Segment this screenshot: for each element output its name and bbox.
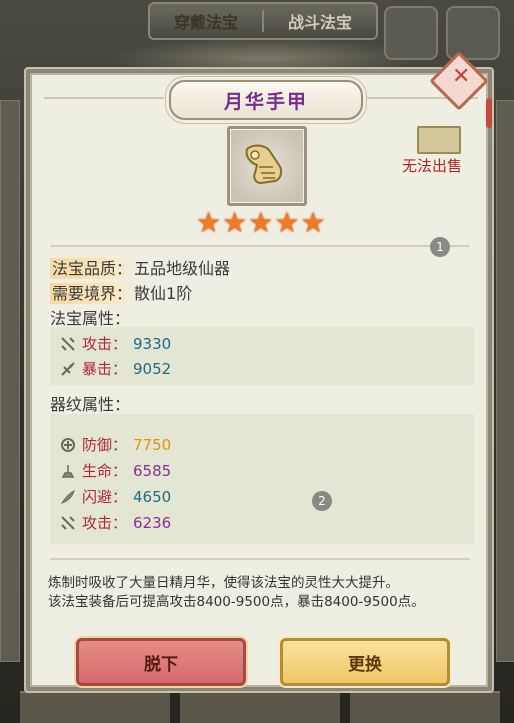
pattern-value: 7750: [133, 435, 172, 454]
pattern-name: 闪避：: [82, 488, 128, 506]
ring-slot-icon: [446, 6, 500, 60]
quality-label: 法宝品质：: [50, 258, 135, 279]
attribute-name: 暴击：: [82, 360, 128, 378]
attribute-row: 攻击： 9330: [60, 333, 171, 354]
star-rating: ★ ★ ★ ★ ★: [196, 209, 326, 237]
lock-chest-icon: [417, 126, 461, 154]
no-sell-label: 无法出售: [402, 157, 463, 175]
info-badge-1[interactable]: 1: [430, 237, 450, 257]
pattern-row: 生命： 6585: [60, 460, 171, 481]
treasure-detail-dialog: 月华手甲 无法出售 ★ ★ ★ ★ ★ 1 法宝品质： 五品地级仙器 需要境界：散…: [24, 67, 494, 693]
replace-button[interactable]: 更换: [280, 638, 450, 686]
description-line: 该法宝装备后可提高攻击8400-9500点，暴击8400-9500点。: [48, 594, 425, 610]
star-icon: ★: [300, 206, 326, 239]
pattern-attributes-box: 防御： 7750 生命： 6585 闪避： 4650 攻击： 6236: [50, 414, 474, 544]
pattern-value: 6236: [133, 513, 172, 532]
quality-value: 五品地级仙器: [134, 259, 231, 278]
info-badge-2[interactable]: 2: [312, 491, 332, 511]
title-ornament-left: [44, 97, 164, 99]
realm-label: 需要境界：: [50, 283, 135, 304]
bottom-background-button: [350, 691, 500, 723]
dialog-title: 月华手甲: [223, 90, 308, 113]
star-icon: ★: [274, 206, 300, 239]
close-icon[interactable]: ✕: [452, 64, 470, 89]
description-line: 炼制时吸收了大量日精月华，使得该法宝的灵性大大提升。: [48, 575, 399, 591]
star-icon: ★: [196, 206, 222, 239]
pattern-value: 6585: [133, 461, 172, 480]
title-plate: 月华手甲: [169, 80, 363, 120]
realm-row: 需要境界： 散仙1阶: [50, 280, 192, 304]
tassel-decoration: [486, 98, 492, 128]
pattern-name: 攻击：: [82, 514, 128, 532]
ring-slot-icon: [384, 6, 438, 60]
pattern-row: 攻击： 6236: [60, 512, 171, 533]
glove-icon: [245, 144, 283, 185]
tab-wear-treasure[interactable]: 穿戴法宝: [150, 4, 262, 38]
quality-row: 法宝品质： 五品地级仙器: [50, 255, 230, 279]
attribute-value: 9052: [133, 359, 172, 378]
attribute-value: 9330: [133, 334, 172, 353]
divider: [50, 245, 470, 247]
pattern-attributes-label: 器纹属性：: [50, 395, 131, 414]
crossbow-icon: [61, 336, 75, 351]
attribute-name: 攻击：: [82, 335, 128, 353]
divider: [50, 558, 470, 560]
item-description: 炼制时吸收了大量日精月华，使得该法宝的灵性大大提升。 该法宝装备后可提高攻击84…: [48, 574, 478, 612]
bottom-background-button: [180, 691, 340, 723]
crossbow-icon: [61, 515, 75, 530]
dialog-body: 月华手甲 无法出售 ★ ★ ★ ★ ★ 1 法宝品质： 五品地级仙器 需要境界：散…: [30, 73, 488, 687]
pattern-name: 防御：: [82, 436, 128, 454]
pattern-name: 生命：: [82, 462, 128, 480]
treasure-attributes-box: 攻击： 9330 暴击： 9052: [50, 327, 474, 385]
treasure-attributes-label: 法宝属性：: [50, 309, 131, 328]
crossbow-crit-icon: [61, 361, 75, 376]
realm-value: 散仙1阶: [134, 284, 193, 303]
background-tab-bar: 穿戴法宝 战斗法宝: [148, 2, 378, 40]
feather-icon: [60, 489, 75, 504]
attribute-row: 暴击： 9052: [60, 358, 171, 379]
shield-knot-icon: [61, 437, 75, 452]
bottom-background-button: [20, 691, 170, 723]
star-icon: ★: [248, 206, 274, 239]
tab-battle-treasure[interactable]: 战斗法宝: [264, 4, 376, 38]
left-edge-frame: [0, 100, 20, 662]
pattern-value: 4650: [133, 487, 172, 506]
star-icon: ★: [222, 206, 248, 239]
right-edge-frame: [496, 100, 514, 662]
pattern-row: 闪避： 4650: [60, 486, 171, 507]
pattern-row: 防御： 7750: [60, 434, 171, 455]
unequip-button[interactable]: 脱下: [76, 638, 246, 686]
fountain-icon: [61, 464, 75, 478]
